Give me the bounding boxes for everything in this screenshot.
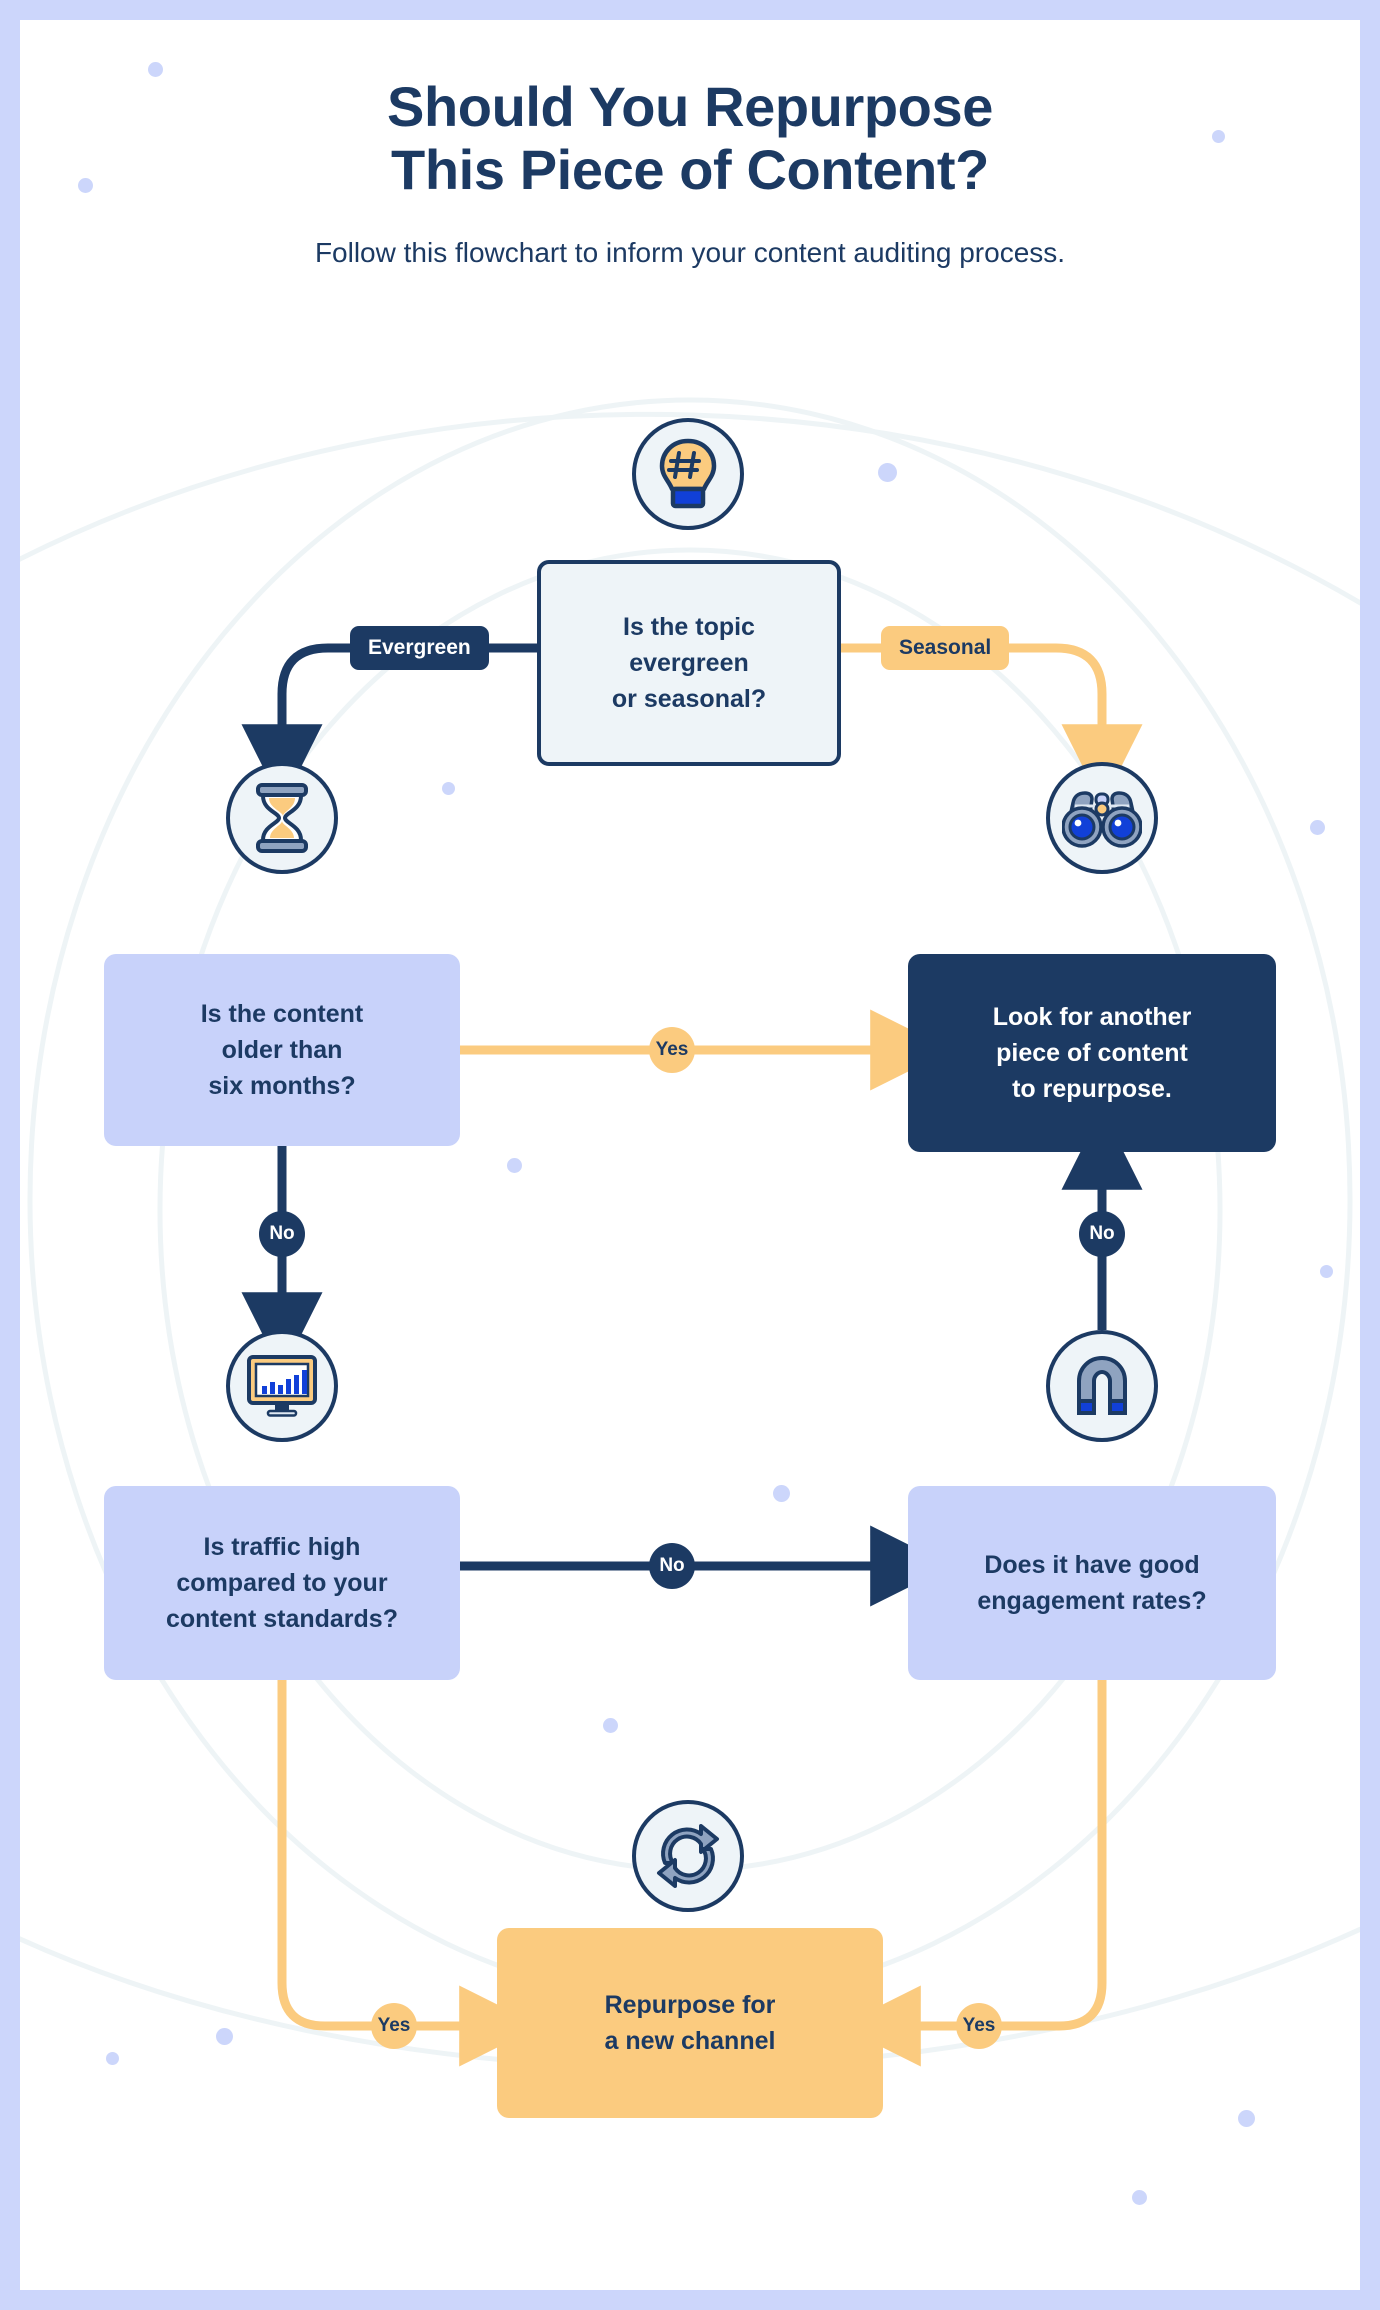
edge-label-yes-traffic: Yes	[371, 2003, 417, 2049]
node-repurpose-label: Repurpose for a new channel	[604, 1990, 776, 2055]
edge-label-seasonal-text: Seasonal	[899, 636, 992, 659]
edge-label-yes-traffic-text: Yes	[377, 2015, 411, 2036]
binoculars-icon-circle	[1046, 762, 1158, 874]
node-age[interactable]: Is the content older than six months?	[104, 954, 460, 1146]
node-traffic-label: Is traffic high compared to your content…	[166, 1532, 398, 1634]
edge-label-yes-age: Yes	[649, 1027, 695, 1073]
edge-label-no-traffic-text: No	[659, 1555, 685, 1576]
node-repurpose[interactable]: Repurpose for a new channel	[497, 1928, 883, 2118]
edge-engagement-repurpose	[839, 1680, 1107, 2067]
edge-label-seasonal: Seasonal	[881, 626, 1010, 670]
node-engagement-label: Does it have good engagement rates?	[977, 1550, 1207, 1615]
hourglass-icon-circle	[226, 762, 338, 874]
node-engagement[interactable]: Does it have good engagement rates?	[908, 1486, 1276, 1680]
node-look-for-another[interactable]: Look for another piece of content to rep…	[908, 954, 1276, 1152]
node-traffic[interactable]: Is traffic high compared to your content…	[104, 1486, 460, 1680]
edge-label-no-engagement: No	[1079, 1211, 1125, 1257]
monitor-chart-icon	[247, 1355, 317, 1417]
infographic-page: Should You Repurpose This Piece of Conte…	[0, 0, 1380, 2310]
edge-traffic-repurpose	[277, 1680, 541, 2067]
edge-label-no-traffic: No	[649, 1543, 695, 1589]
lightbulb-hashtag-icon-circle	[632, 418, 744, 530]
magnet-icon	[1077, 1356, 1127, 1415]
edge-label-yes-age-text: Yes	[655, 1039, 689, 1060]
hourglass-icon	[256, 783, 308, 853]
node-look-for-another-label: Look for another piece of content to rep…	[992, 1002, 1192, 1104]
node-age-label: Is the content older than six months?	[200, 999, 364, 1101]
edge-label-evergreen: Evergreen	[350, 626, 489, 670]
node-topic-label: Is the topic evergreen or seasonal?	[611, 612, 767, 714]
edge-label-yes-engagement: Yes	[956, 2003, 1002, 2049]
infographic-canvas: Should You Repurpose This Piece of Conte…	[20, 20, 1360, 2290]
magnet-icon-circle	[1046, 1330, 1158, 1442]
lightbulb-hashtag-icon	[659, 438, 717, 509]
edge-label-evergreen-text: Evergreen	[368, 636, 471, 659]
monitor-chart-icon-circle	[226, 1330, 338, 1442]
binoculars-icon	[1062, 791, 1142, 848]
recycle-refresh-icon-circle	[632, 1800, 744, 1912]
node-topic[interactable]: Is the topic evergreen or seasonal?	[537, 560, 841, 766]
edge-label-no-engagement-text: No	[1089, 1223, 1115, 1244]
edge-label-yes-engagement-text: Yes	[962, 2015, 996, 2036]
edge-label-no-age: No	[259, 1211, 305, 1257]
recycle-refresh-icon	[657, 1824, 719, 1888]
edge-label-no-age-text: No	[269, 1223, 295, 1244]
